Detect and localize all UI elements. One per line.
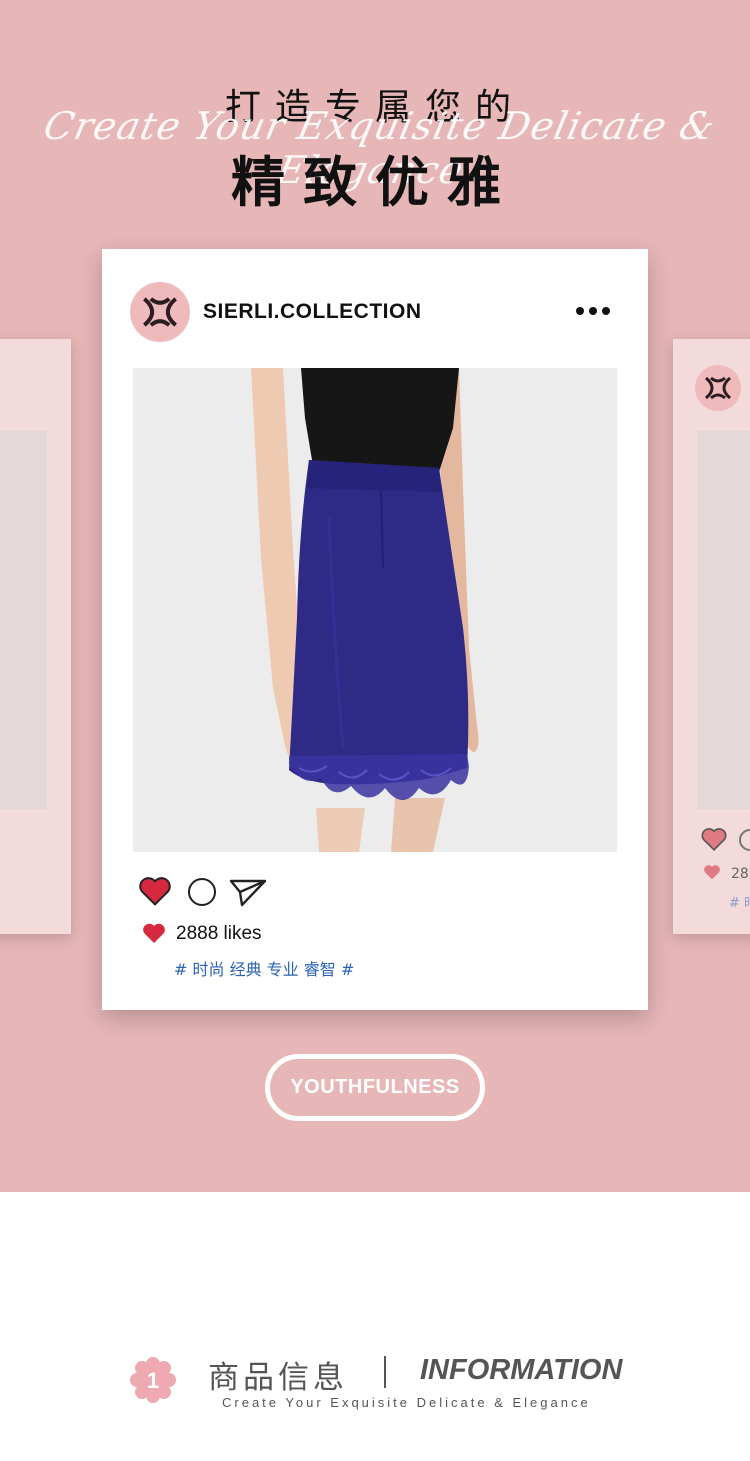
ghost-likes-count: 28 xyxy=(731,866,749,882)
hashtags[interactable]: # 时尚 经典 专业 睿智 # xyxy=(174,956,354,980)
ghost-card-image xyxy=(697,431,750,809)
headline-main: 精致优雅 xyxy=(231,151,519,214)
more-icon[interactable] xyxy=(576,307,610,315)
logo-icon xyxy=(142,297,178,327)
info-title-cn: 商品信息 xyxy=(208,1360,348,1396)
heart-icon xyxy=(143,923,165,943)
ghost-card-left[interactable] xyxy=(0,339,71,934)
heart-icon[interactable] xyxy=(138,875,172,907)
account-name[interactable]: SIERLI.COLLECTION xyxy=(203,300,422,324)
avatar[interactable] xyxy=(130,282,190,342)
ghost-card-image xyxy=(0,431,47,809)
comment-icon[interactable] xyxy=(188,878,216,906)
likes-count[interactable]: 2888 likes xyxy=(176,923,262,945)
heart-icon xyxy=(704,865,720,880)
youthfulness-badge[interactable]: YOUTHFULNESS xyxy=(265,1054,485,1121)
heart-icon xyxy=(701,828,727,851)
divider xyxy=(384,1356,386,1388)
info-title-en: INFORMATION xyxy=(420,1354,623,1386)
post-card: SIERLI.COLLECTION 2888 likes # 时尚 经典 专业 … xyxy=(102,249,648,1010)
hero-section: 打造专属您的 Create Your Exquisite Delicate & … xyxy=(0,0,750,1192)
ghost-card-right[interactable]: 28 # 时 xyxy=(673,339,750,934)
ghost-hashtags: # 时 xyxy=(729,896,750,911)
section-number: 1 xyxy=(147,1368,159,1393)
post-image xyxy=(133,368,617,852)
send-icon[interactable] xyxy=(228,877,268,909)
info-subtitle: Create Your Exquisite Delicate & Eleganc… xyxy=(222,1395,591,1410)
comment-icon xyxy=(739,829,750,851)
logo-icon xyxy=(695,365,741,411)
flower-number-icon: 1 xyxy=(130,1357,176,1403)
